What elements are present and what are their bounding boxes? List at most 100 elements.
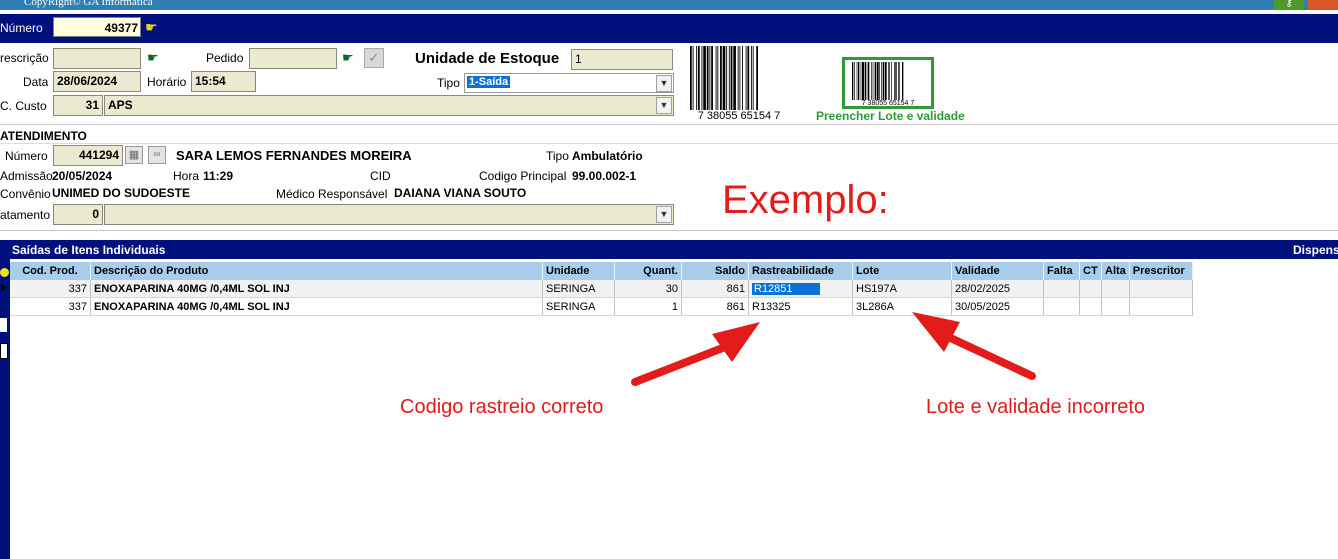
barcode-bar [711, 46, 713, 110]
barcode-bar [730, 46, 733, 110]
barcode-bar [752, 46, 754, 110]
unidade-field[interactable]: 1 [571, 49, 673, 70]
custo-name: APS [108, 98, 133, 112]
data-field[interactable]: 28/06/2024 [53, 71, 141, 92]
cell-cod: 337 [10, 297, 91, 316]
custo-label: C. Custo [0, 99, 47, 113]
numero-field[interactable]: 49377 [53, 17, 141, 37]
column-header[interactable]: Rastreabilidade [748, 262, 853, 280]
column-header[interactable]: Unidade [542, 262, 615, 280]
horario-field[interactable]: 15:54 [191, 71, 256, 92]
tratamento-label: atamento [0, 208, 51, 222]
pointer-hand-icon[interactable]: ☛ [147, 50, 159, 66]
barcode-bar [728, 46, 730, 110]
column-header[interactable]: Descrição do Produto [90, 262, 543, 280]
cell-saldo: 861 [681, 280, 749, 298]
chevron-down-icon[interactable]: ▼ [656, 206, 672, 223]
pointer-hand-icon[interactable]: ☛ [145, 19, 158, 36]
admissao-label: Admissão [0, 169, 53, 183]
cell-ct[interactable] [1079, 297, 1102, 316]
admissao-value: 20/05/2024 [52, 169, 113, 183]
barcode-bar [895, 62, 897, 100]
cell-quant[interactable]: 30 [614, 280, 682, 298]
column-header[interactable]: Cod. Prod. [10, 262, 91, 280]
barcode-bar [902, 62, 904, 100]
barcode-bar [692, 46, 694, 110]
barcode-bar [717, 46, 719, 110]
annotation-right: Lote e validade incorreto [926, 396, 1146, 418]
barcode-bar [882, 62, 884, 100]
atendimento-numero-field[interactable]: 441294 [53, 145, 123, 166]
grid-title-bar: Saídas de Itens Individuais Dispens [0, 240, 1338, 259]
cell-alta[interactable] [1101, 280, 1130, 298]
unidade-label: Unidade de Estoque [415, 50, 560, 67]
cell-rastreabilidade[interactable]: R12851 [748, 280, 853, 298]
barcode-bar [852, 62, 854, 100]
barcode-bar [876, 62, 879, 100]
tipo-select[interactable]: 1-Saída ▼ [464, 73, 674, 93]
prescricao-field[interactable] [53, 48, 141, 69]
barcode-bar [894, 62, 895, 100]
barcode-bar [879, 62, 880, 100]
divider [0, 230, 1338, 231]
cell-lote[interactable]: HS197A [852, 280, 952, 298]
close-button[interactable] [1308, 0, 1338, 10]
barcode-bar [860, 62, 862, 100]
cell-validade[interactable]: 28/02/2025 [951, 280, 1044, 298]
grid-title-right: Dispens [1293, 243, 1338, 257]
column-header[interactable]: Quant. [614, 262, 682, 280]
barcode-bar [856, 62, 858, 100]
barcode-bar [747, 46, 750, 110]
cell-desc: ENOXAPARINA 40MG /0,4ML SOL INJ [90, 297, 543, 316]
barcode-bar [872, 62, 874, 100]
check-icon[interactable]: ✓ [364, 48, 384, 68]
chevron-down-icon[interactable]: ▼ [656, 97, 672, 114]
cell-falta[interactable] [1043, 280, 1080, 298]
arrow-left-head [712, 322, 760, 362]
document-icon[interactable] [0, 318, 7, 332]
column-header[interactable]: Alta [1101, 262, 1130, 280]
tratamento-code-field[interactable]: 0 [53, 204, 103, 225]
column-header[interactable]: Lote [852, 262, 952, 280]
barcode-number: 7 38055 65154 7 [862, 100, 915, 106]
table-row[interactable]: ▶ 337 ENOXAPARINA 40MG /0,4ML SOL INJ SER… [1, 280, 1193, 298]
cell-alta[interactable] [1101, 297, 1130, 316]
column-header[interactable]: CT [1079, 262, 1102, 280]
cell-cod: ▶ 337 [1, 280, 91, 298]
barcode-bar [889, 62, 890, 100]
cell-prescritor[interactable] [1129, 297, 1193, 316]
column-header[interactable]: Prescritor [1129, 262, 1193, 280]
medico-value: DAIANA VIANA SOUTO [394, 186, 527, 200]
pedido-field[interactable] [249, 48, 337, 69]
cell-unidade: SERINGA [542, 280, 615, 298]
sun-icon[interactable] [0, 268, 9, 277]
barcode-bar [697, 46, 700, 110]
barcode-bar [715, 46, 717, 110]
cell-ct[interactable] [1079, 280, 1102, 298]
chevron-down-icon[interactable]: ▼ [656, 75, 672, 92]
patient-name: SARA LEMOS FERNANDES MOREIRA [176, 148, 412, 163]
pedido-label: Pedido [206, 51, 244, 65]
column-header[interactable]: Validade [951, 262, 1044, 280]
barcode-bar [899, 62, 900, 100]
pointer-hand-icon[interactable]: ☛ [342, 50, 354, 66]
column-header[interactable]: Falta [1043, 262, 1080, 280]
cell-prescritor[interactable] [1129, 280, 1193, 298]
calendar-icon[interactable]: ▦ [125, 146, 143, 164]
cell-desc: ENOXAPARINA 40MG /0,4ML SOL INJ [90, 280, 543, 298]
cell-cod-text: 337 [68, 282, 87, 295]
key-button[interactable]: ⚷ [1274, 0, 1304, 10]
data-label: Data [23, 75, 49, 89]
atendimento-tipo-value: Ambulatório [572, 149, 643, 163]
binoculars-icon[interactable]: ∞ [148, 146, 166, 164]
annotation-arrows [631, 312, 1036, 386]
codigo-principal-value: 99.00.002-1 [572, 169, 637, 183]
clipboard-icon[interactable] [0, 343, 8, 359]
barcode-bar [866, 62, 868, 100]
barcode-highlight-box: 7 38055 65154 7 [842, 57, 934, 109]
column-header[interactable]: Saldo [681, 262, 749, 280]
tratamento-select[interactable]: ▼ [104, 204, 674, 225]
custo-code-field[interactable]: 31 [53, 95, 103, 116]
custo-select[interactable]: APS ▼ [104, 95, 674, 116]
annotation-left: Codigo rastreio correto [400, 396, 604, 418]
